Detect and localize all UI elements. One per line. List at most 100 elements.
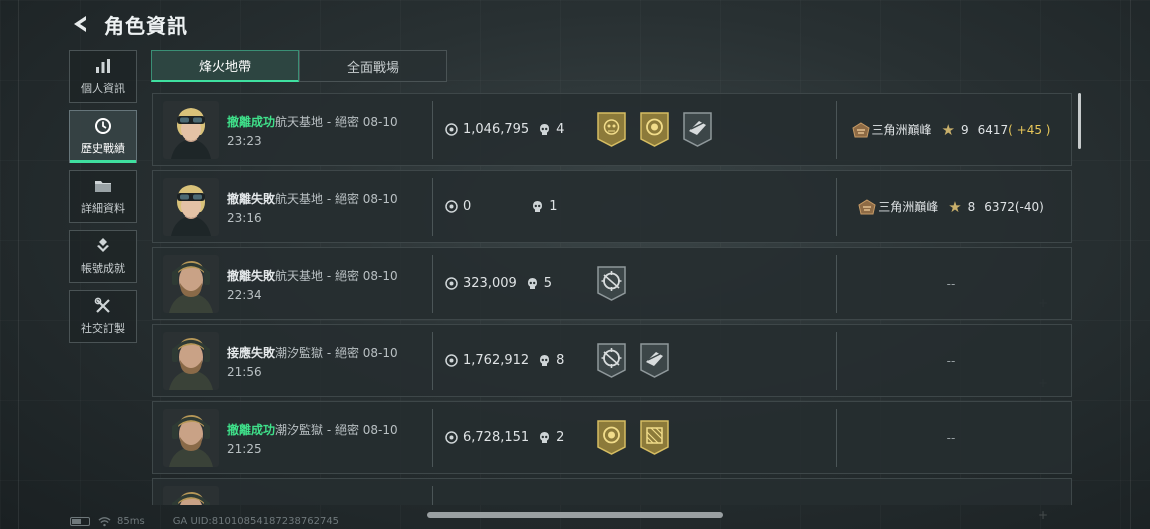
coin-icon [445, 200, 458, 213]
grey-crosshair-badge-icon[interactable] [595, 342, 628, 379]
match-row[interactable]: 越獄失敗 [152, 478, 1072, 505]
match-info: 撤離失敗航天基地 - 絕密 08-10 22:34 [227, 265, 432, 303]
kill-count: 8 [556, 353, 565, 368]
operator-avatar [163, 254, 219, 313]
achievement-badges [595, 111, 836, 148]
rank-score: 6372 [984, 199, 1015, 214]
gold-crate-badge-icon[interactable] [638, 419, 671, 456]
operator-avatar [163, 408, 219, 467]
gold-coin-badge-icon[interactable] [638, 111, 671, 148]
history-icon [95, 118, 111, 134]
divider [432, 100, 433, 159]
back-arrow-icon[interactable] [70, 13, 92, 35]
score-delta: ( +45 ) [1008, 122, 1051, 137]
nav-item-label: 社交訂製 [81, 322, 125, 335]
match-stats: 01 [445, 199, 595, 214]
grey-ammo-badge-icon[interactable] [638, 342, 671, 379]
rank-level: 9 [960, 122, 969, 137]
grey-ammo-badge-icon[interactable] [681, 111, 714, 148]
nav-item-2[interactable]: 歷史戰績 [69, 110, 137, 163]
header: 角色資訊 [70, 10, 188, 38]
kill-count: 4 [556, 122, 565, 137]
match-row[interactable]: 撤離失敗航天基地 - 絕密 08-10 23:16 0 1 三角洲巔峰 ★ 8 6372 (-… [152, 170, 1072, 243]
coin-icon [445, 277, 458, 290]
operator-avatar [163, 485, 219, 505]
horizontal-scrollbar[interactable] [427, 512, 723, 518]
match-history-list: 撤離成功航天基地 - 絕密 08-10 23:23 1,046,795 4 三角洲巔峰… [152, 93, 1072, 505]
rank-name: 三角洲巔峰 [871, 123, 932, 137]
frame-line-right [1130, 0, 1131, 529]
frame-line-left [18, 0, 19, 529]
rank-info: -- [837, 277, 1065, 291]
tools-icon [94, 297, 110, 313]
divider [432, 254, 433, 313]
match-result: 撤離失敗 [227, 191, 276, 206]
match-row[interactable]: 撤離成功航天基地 - 絕密 08-10 23:23 1,046,795 4 三角洲巔峰… [152, 93, 1072, 166]
rank-info: 三角洲巔峰 ★ 8 6372 (-40) [837, 198, 1065, 216]
skull-icon [540, 124, 550, 135]
nav-item-1[interactable]: 個人資訊 [69, 50, 137, 103]
divider [432, 408, 433, 467]
rank-emblem-icon [858, 198, 876, 214]
gold-coin-badge-icon[interactable] [595, 419, 628, 456]
nav-item-label: 個人資訊 [81, 82, 125, 95]
rank-info: -- [837, 431, 1065, 445]
score-delta: (-40) [1014, 199, 1044, 214]
achievement-badges [595, 419, 836, 456]
match-info: 撤離成功潮汐監獄 - 絕密 08-10 21:25 [227, 419, 432, 457]
operator-avatar [163, 177, 219, 236]
match-result: 撤離失敗 [227, 268, 276, 283]
match-stats: 323,009 5 [445, 276, 595, 291]
match-result: 撤離成功 [227, 422, 276, 437]
gold-skull-badge-icon[interactable] [595, 111, 628, 148]
loot-value: 323,009 [463, 276, 517, 291]
loot-value: 1,762,912 [463, 353, 530, 368]
operator-avatar [163, 331, 219, 390]
grey-crosshair-badge-icon[interactable] [595, 265, 628, 302]
bar-chart-icon [96, 59, 110, 73]
nav-item-5[interactable]: 社交訂製 [69, 290, 137, 343]
match-row[interactable]: 接應失敗潮汐監獄 - 絕密 08-10 21:56 1,762,912 8 -- [152, 324, 1072, 397]
uid-text: GA UID:8101085418723876​2745 [172, 516, 340, 527]
loot-value: 6,728,151 [463, 430, 530, 445]
folder-icon [95, 181, 111, 192]
rank-name: 三角洲巔峰 [878, 200, 939, 214]
battery-icon [70, 517, 90, 526]
achievement-badges [595, 265, 836, 302]
divider [432, 485, 433, 505]
skull-icon [533, 201, 543, 212]
match-info: 接應失敗潮汐監獄 - 絕密 08-10 21:56 [227, 342, 432, 380]
match-stats: 1,762,912 8 [445, 353, 595, 368]
nav-item-4[interactable]: 帳號成就 [69, 230, 137, 283]
wifi-icon [98, 516, 111, 526]
vertical-scrollbar[interactable] [1078, 93, 1081, 149]
rank-info: -- [837, 354, 1065, 368]
match-stats: 6,728,151 2 [445, 430, 595, 445]
page-title: 角色資訊 [104, 13, 188, 38]
skull-icon [527, 278, 537, 289]
skull-icon [540, 432, 550, 443]
no-rank-placeholder: -- [946, 353, 956, 368]
rank-emblem-icon [851, 121, 870, 137]
rank-level: 8 [967, 199, 976, 214]
match-result: 撤離成功 [227, 114, 276, 129]
skull-icon [540, 355, 550, 366]
ping-text: 85ms [117, 516, 145, 527]
tab-battlefield[interactable]: 全面戰場 [299, 50, 447, 82]
rank-info: 三角洲巔峰 ★ 9 6417( +45 ) [837, 121, 1065, 139]
match-info: 撤離成功航天基地 - 絕密 08-10 23:23 [227, 111, 432, 149]
match-row[interactable]: 撤離失敗航天基地 - 絕密 08-10 22:34 323,009 5 -- [152, 247, 1072, 320]
match-row[interactable]: 撤離成功潮汐監獄 - 絕密 08-10 21:25 6,728,151 2 -- [152, 401, 1072, 474]
kill-count: 2 [556, 430, 565, 445]
kill-count: 5 [543, 276, 553, 291]
status-bar: 85ms GA UID:8101085418723876​2745 [70, 516, 339, 527]
match-stats: 1,046,795 4 [445, 122, 595, 137]
nav-item-3[interactable]: 詳細資料 [69, 170, 137, 223]
nav-item-label: 歷史戰績 [81, 142, 125, 155]
divider [432, 331, 433, 390]
tab-warzone[interactable]: 烽火地帶 [151, 50, 299, 82]
kill-count: 1 [549, 199, 558, 214]
side-navigation: 個人資訊歷史戰績詳細資料帳號成就社交訂製 [69, 50, 137, 350]
no-rank-placeholder: -- [946, 430, 956, 445]
match-info: 撤離失敗航天基地 - 絕密 08-10 23:16 [227, 188, 432, 226]
